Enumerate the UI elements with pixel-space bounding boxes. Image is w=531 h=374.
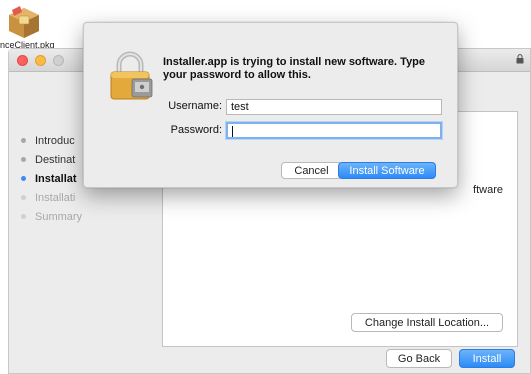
- step-bullet-icon: [21, 195, 26, 200]
- zoom-button[interactable]: [53, 55, 64, 66]
- install-button[interactable]: Install: [459, 349, 515, 368]
- step-destination: Destinat: [21, 150, 82, 169]
- step-label: Destinat: [35, 153, 76, 166]
- username-label: Username:: [168, 100, 222, 112]
- package-icon[interactable]: [6, 4, 42, 40]
- authentication-dialog: Installer.app is trying to install new s…: [83, 22, 458, 188]
- password-label: Password:: [170, 124, 222, 136]
- password-field[interactable]: [226, 122, 442, 139]
- dialog-message: Installer.app is trying to install new s…: [163, 56, 426, 81]
- step-installation: Installati: [21, 188, 82, 207]
- step-label: Installat: [35, 172, 77, 185]
- step-label: Introduc: [35, 134, 75, 147]
- minimize-button[interactable]: [35, 55, 46, 66]
- text-cursor: [232, 125, 233, 137]
- username-field[interactable]: test: [226, 99, 442, 115]
- step-label: Summary: [35, 210, 83, 223]
- install-software-button[interactable]: Install Software: [338, 162, 436, 179]
- step-introduction: Introduc: [21, 131, 82, 150]
- step-bullet-icon: [21, 138, 26, 143]
- step-bullet-icon: [21, 176, 26, 181]
- installer-steps: Introduc Destinat Installat Installati S…: [21, 131, 82, 226]
- step-bullet-icon: [21, 214, 26, 219]
- lock-icon: [110, 51, 153, 100]
- step-bullet-icon: [21, 157, 26, 162]
- cancel-button[interactable]: Cancel: [281, 162, 342, 179]
- step-installation-type: Installat: [21, 169, 82, 188]
- go-back-button[interactable]: Go Back: [386, 349, 452, 368]
- step-summary: Summary: [21, 207, 82, 226]
- change-install-location-button[interactable]: Change Install Location...: [351, 313, 503, 332]
- content-text: ftware: [473, 184, 503, 196]
- lock-icon: [516, 54, 524, 64]
- step-label: Installati: [35, 191, 76, 204]
- close-button[interactable]: [17, 55, 28, 66]
